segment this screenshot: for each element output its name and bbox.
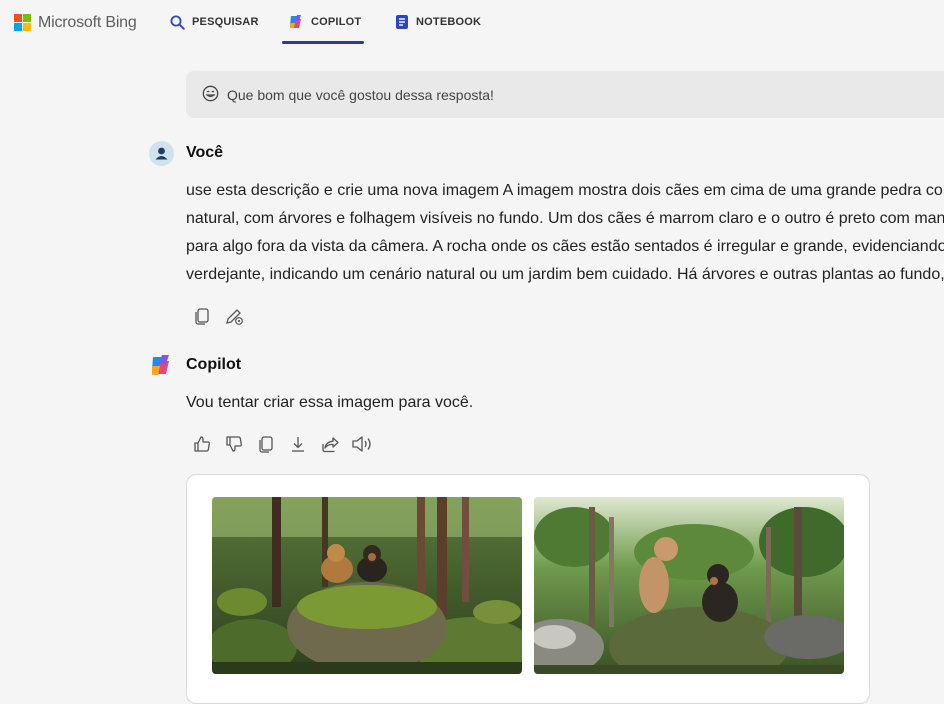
dogs-jungle-image [534,497,844,674]
thumbs-down-icon [226,436,242,452]
tab-label: PESQUISAR [192,16,259,28]
tab-notebook[interactable]: NOTEBOOK [395,0,481,44]
user-icon [155,147,168,160]
download-button[interactable] [286,432,310,456]
copilot-avatar [149,353,174,378]
generated-image-1[interactable] [212,497,522,674]
copy-icon [195,308,209,325]
copy-icon [259,436,273,453]
copilot-icon [288,14,304,30]
edit-button[interactable] [222,304,246,328]
smile-icon [202,85,219,105]
search-icon [170,15,185,30]
generated-images-card [186,474,870,704]
copy-button[interactable] [254,432,278,456]
feedback-text: Que bom que você gostou dessa resposta! [227,86,494,103]
bing-logo[interactable]: Microsoft Bing [14,13,137,33]
top-navigation-bar: Microsoft Bing PESQUISAR COPILOT NOTEBOO… [0,0,944,46]
user-message-line: natural, com árvores e folhagem visíveis… [186,210,944,227]
user-speaker-name: Você [186,144,224,161]
read-aloud-icon [352,436,371,452]
tab-pesquisar[interactable]: PESQUISAR [170,0,259,44]
edit-icon [226,309,243,325]
user-message-line: para algo fora da vista da câmera. A roc… [186,238,944,255]
brand-name: Microsoft Bing [38,14,137,31]
copilot-message-text: Vou tentar criar essa imagem para você. [186,394,474,411]
thumbs-down-button[interactable] [222,432,246,456]
user-message-line: use esta descrição e crie uma nova image… [186,182,944,199]
share-icon [321,437,339,453]
dogs-forest-image [212,497,522,674]
notebook-icon [395,14,409,30]
generated-image-2[interactable] [534,497,844,674]
tab-copilot[interactable]: COPILOT [282,0,364,44]
copilot-icon [152,355,169,375]
tab-label: NOTEBOOK [416,16,482,28]
share-button[interactable] [318,432,342,456]
download-icon [292,437,304,452]
user-message-line: verdejante, indicando um cenário natural… [186,266,944,283]
copilot-speaker-name: Copilot [186,356,242,373]
user-avatar [149,141,174,166]
thumbs-up-button[interactable] [190,432,214,456]
tab-label: COPILOT [311,16,362,28]
microsoft-logo-icon [14,14,32,32]
read-aloud-button[interactable] [350,432,374,456]
feedback-banner: Que bom que você gostou dessa resposta! [186,71,944,118]
copy-button[interactable] [190,304,214,328]
thumbs-up-icon [194,436,210,452]
